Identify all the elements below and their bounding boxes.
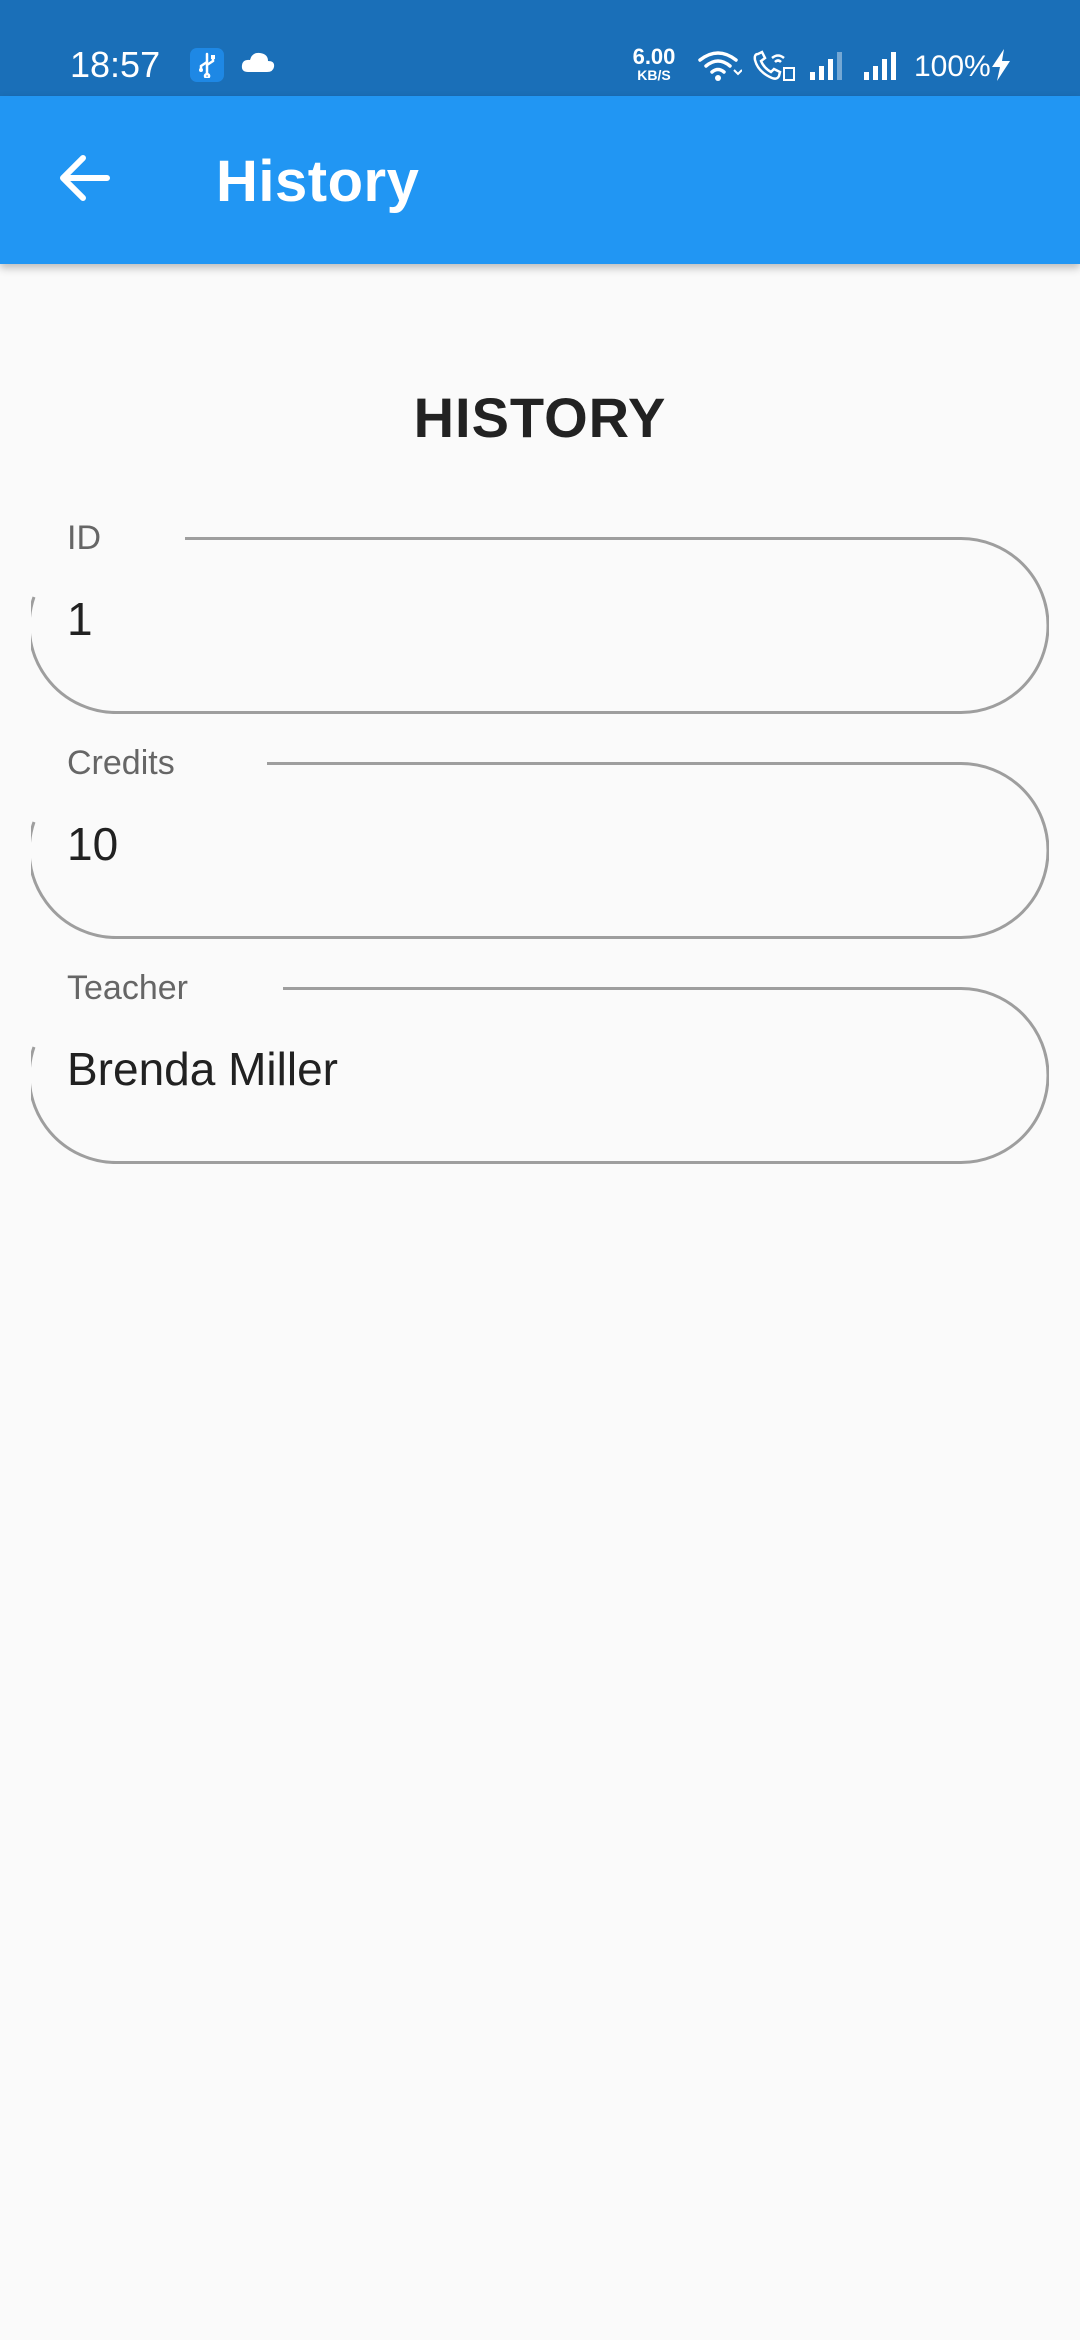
wifi-calling-icon — [752, 50, 796, 87]
cloud-icon — [240, 50, 276, 79]
id-field-value: 1 — [67, 593, 93, 645]
signal-sim2-icon — [862, 50, 904, 87]
network-speed-value: 6.00 — [632, 44, 676, 69]
credits-field-value: 10 — [67, 818, 119, 870]
charging-bolt-icon — [990, 48, 1012, 87]
wifi-icon — [698, 50, 743, 87]
teacher-field[interactable]: Teacher Brenda Miller — [31, 969, 1049, 1164]
back-button[interactable] — [42, 136, 126, 220]
id-field-outline — [31, 537, 1049, 714]
id-field-label: ID — [67, 519, 107, 558]
usb-icon — [190, 48, 224, 82]
signal-sim1-icon — [808, 50, 850, 87]
network-speed: 6.00 KB/S — [628, 44, 680, 83]
network-speed-unit: KB/S — [637, 67, 671, 83]
app-bar-title: History — [216, 149, 420, 214]
status-time: 18:57 — [70, 44, 161, 85]
status-bar: 18:57 6.00 KB/S 100% — [0, 0, 1080, 96]
battery-percentage: 100% — [914, 50, 991, 83]
credits-field[interactable]: Credits 10 — [31, 744, 1049, 939]
credits-field-outline — [31, 762, 1049, 939]
id-field[interactable]: ID 1 — [31, 519, 1049, 714]
arrow-left-icon — [60, 155, 110, 201]
teacher-field-label: Teacher — [67, 969, 194, 1008]
app-bar: History — [0, 96, 1080, 264]
credits-field-label: Credits — [67, 744, 181, 783]
page-heading: HISTORY — [413, 386, 667, 449]
teacher-field-value: Brenda Miller — [67, 1043, 338, 1095]
